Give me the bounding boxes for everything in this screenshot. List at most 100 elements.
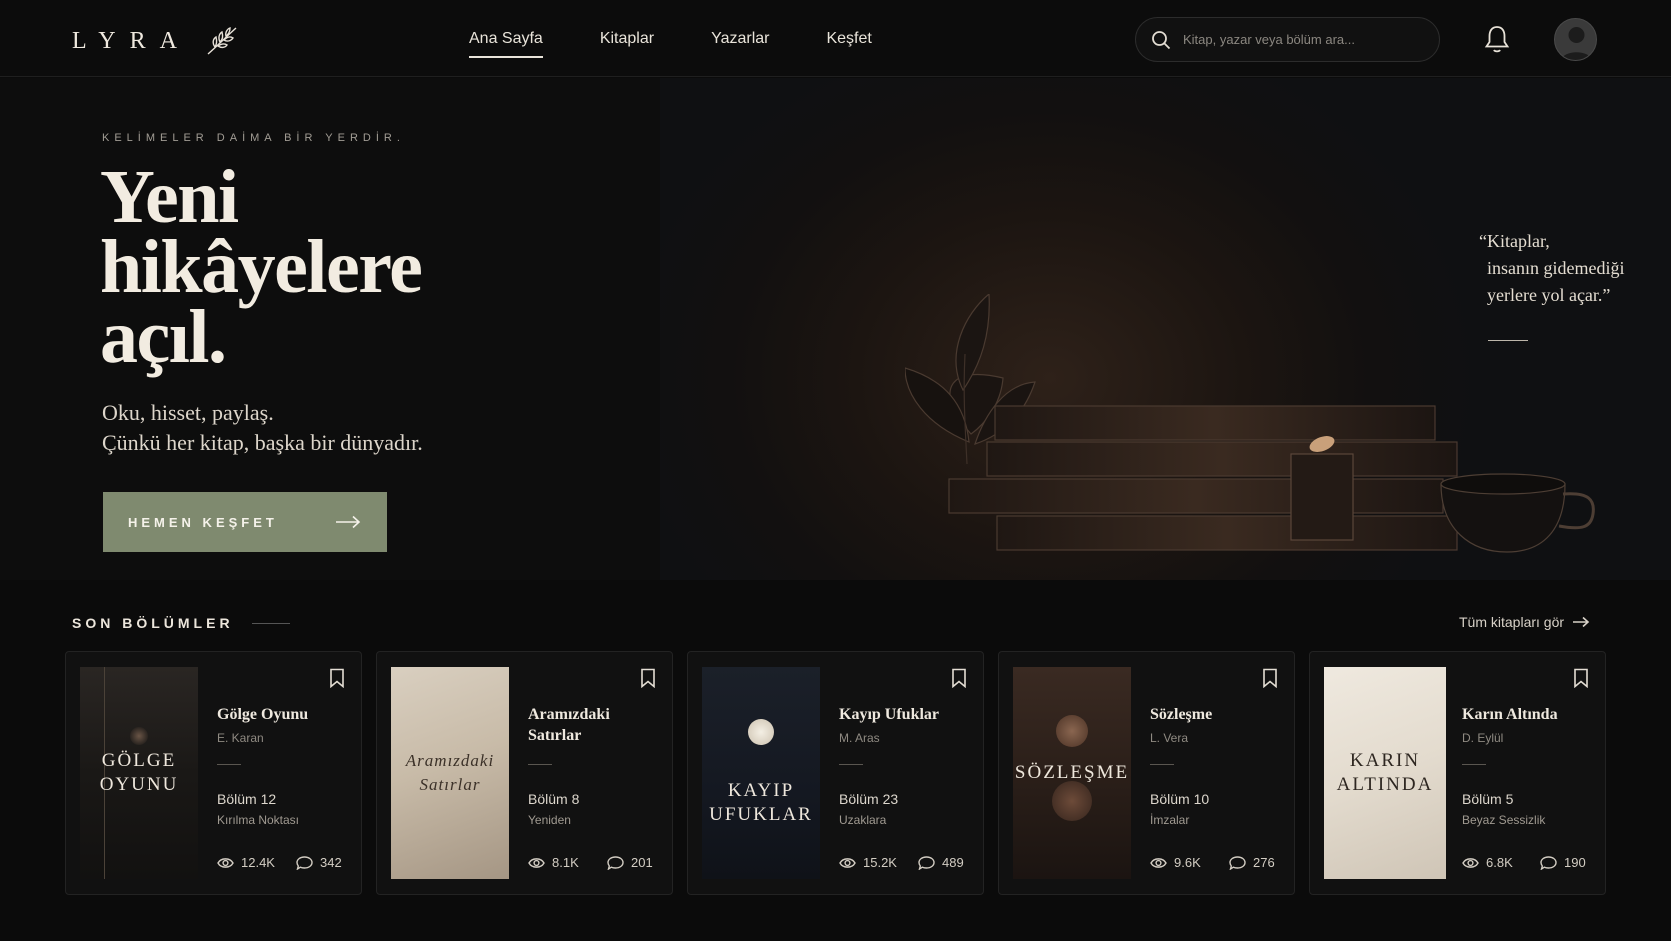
chapter-title: Uzaklara xyxy=(839,813,887,827)
book-author: E. Karan xyxy=(217,731,264,745)
user-silhouette-icon xyxy=(1560,27,1593,60)
section-title-text: SON BÖLÜMLER xyxy=(72,615,234,631)
views-stat: 6.8K xyxy=(1462,855,1513,870)
card-divider xyxy=(839,764,863,765)
chapter-number: Bölüm 12 xyxy=(217,791,277,807)
search-input[interactable] xyxy=(1183,32,1439,47)
views-count: 15.2K xyxy=(863,855,897,870)
cover-title-line: GÖLGE xyxy=(101,750,177,771)
chapter-number: Bölüm 23 xyxy=(839,791,899,807)
nav-item-authors[interactable]: Yazarlar xyxy=(711,30,769,58)
hero-subtitle-line: Çünkü her kitap, başka bir dünyadır. xyxy=(102,430,423,455)
comment-icon xyxy=(1540,855,1557,870)
comments-stat: 276 xyxy=(1229,855,1275,870)
hero-quote: “Kitaplar, insanın gidemediği yerlere yo… xyxy=(1479,228,1624,309)
bookmark-icon[interactable] xyxy=(329,668,345,688)
book-card[interactable]: KAYIP UFUKLAR Kayıp Ufuklar M. Aras Bölü… xyxy=(687,651,984,895)
book-author: L. Vera xyxy=(1150,731,1189,745)
hero-title: Yeni hikâyelere açıl. xyxy=(100,155,620,375)
nav-item-home[interactable]: Ana Sayfa xyxy=(469,30,543,58)
recent-chapters-list: GÖLGE OYUNU Gölge Oyunu E. Karan Bölüm 1… xyxy=(65,651,1606,895)
cover-orb-bottom xyxy=(1052,781,1092,821)
card-divider xyxy=(217,764,241,765)
views-count: 8.1K xyxy=(552,855,579,870)
notification-bell-icon[interactable] xyxy=(1483,24,1511,54)
book-cover: KARIN ALTINDA xyxy=(1324,667,1446,879)
comments-count: 190 xyxy=(1564,855,1586,870)
comment-icon xyxy=(918,855,935,870)
bookmark-icon[interactable] xyxy=(640,668,656,688)
hero-title-line: Yeni xyxy=(100,155,239,239)
views-stat: 12.4K xyxy=(217,855,275,870)
card-divider xyxy=(1150,764,1174,765)
cover-title-line: Aramızdaki xyxy=(405,751,495,770)
bookmark-icon[interactable] xyxy=(951,668,967,688)
book-card[interactable]: Aramızdaki Satırlar Aramızdaki Satırlar … xyxy=(376,651,673,895)
hero-title-line: hikâyelere xyxy=(100,225,423,309)
arrow-right-icon xyxy=(1573,616,1590,628)
cover-glow xyxy=(130,727,148,745)
cover-title: Aramızdaki Satırlar xyxy=(406,749,494,797)
chapter-number: Bölüm 8 xyxy=(528,791,580,807)
search-box[interactable] xyxy=(1135,17,1440,62)
section-divider xyxy=(251,622,290,624)
eye-icon xyxy=(839,857,856,868)
card-divider xyxy=(528,764,552,765)
discover-now-button[interactable]: HEMEN KEŞFET xyxy=(103,492,387,552)
chapter-title: Beyaz Sessizlik xyxy=(1462,813,1546,827)
cover-title-line: Satırlar xyxy=(419,775,481,794)
nav-item-discover[interactable]: Keşfet xyxy=(826,30,871,58)
search-icon xyxy=(1152,30,1171,49)
chapter-title: Kırılma Noktası xyxy=(217,813,300,827)
comment-icon xyxy=(607,855,624,870)
cover-title: KAYIP UFUKLAR xyxy=(709,779,813,827)
comment-icon xyxy=(1229,855,1246,870)
comments-stat: 201 xyxy=(607,855,653,870)
book-card[interactable]: SÖZLEŞME Sözleşme L. Vera Bölüm 10 İmzal… xyxy=(998,651,1295,895)
book-card[interactable]: GÖLGE OYUNU Gölge Oyunu E. Karan Bölüm 1… xyxy=(65,651,362,895)
section-title-recent: SON BÖLÜMLER xyxy=(72,615,290,631)
cover-title-line: UFUKLAR xyxy=(709,804,813,825)
olive-branch-icon xyxy=(207,27,237,55)
eye-icon xyxy=(528,857,545,868)
user-avatar[interactable] xyxy=(1554,18,1597,61)
cover-title: SÖZLEŞME xyxy=(1015,761,1129,785)
brand-logo[interactable]: LYRA xyxy=(72,26,239,56)
book-card[interactable]: KARIN ALTINDA Karın Altında D. Eylül Böl… xyxy=(1309,651,1606,895)
book-title: Karın Altında xyxy=(1462,706,1558,723)
book-cover: Aramızdaki Satırlar xyxy=(391,667,509,879)
eye-icon xyxy=(1150,857,1167,868)
cta-label: HEMEN KEŞFET xyxy=(128,514,278,530)
hero-subtitle-line: Oku, hisset, paylaş. xyxy=(102,400,274,425)
views-count: 12.4K xyxy=(241,855,275,870)
cover-title-line: ALTINDA xyxy=(1336,774,1434,795)
comments-stat: 190 xyxy=(1540,855,1586,870)
book-author: M. Aras xyxy=(839,731,880,745)
cover-orb-top xyxy=(1056,715,1088,747)
bookmark-icon[interactable] xyxy=(1573,668,1589,688)
comments-count: 201 xyxy=(631,855,653,870)
quote-line: yerlere yol açar.” xyxy=(1487,285,1611,305)
book-author: D. Eylül xyxy=(1462,731,1504,745)
hero-subtitle: Oku, hisset, paylaş. Çünkü her kitap, ba… xyxy=(102,398,423,458)
comments-stat: 489 xyxy=(918,855,964,870)
views-stat: 9.6K xyxy=(1150,855,1201,870)
book-title: Aramızdaki Satırlar xyxy=(528,706,610,744)
books-and-cup-illustration xyxy=(905,294,1595,553)
nav-item-books[interactable]: Kitaplar xyxy=(600,30,654,58)
book-cover: GÖLGE OYUNU xyxy=(80,667,198,879)
main-nav: Ana Sayfa Kitaplar Yazarlar Keşfet xyxy=(469,30,872,58)
comments-stat: 342 xyxy=(296,855,342,870)
eye-icon xyxy=(217,857,234,868)
quote-divider xyxy=(1488,340,1528,341)
book-title: Gölge Oyunu xyxy=(217,706,309,723)
quote-line: insanın gidemediği xyxy=(1487,258,1625,278)
views-stat: 15.2K xyxy=(839,855,897,870)
cover-title-line: SÖZLEŞME xyxy=(1014,762,1130,783)
views-stat: 8.1K xyxy=(528,855,579,870)
chapter-title: İmzalar xyxy=(1150,813,1190,827)
cover-moon xyxy=(748,719,774,745)
card-divider xyxy=(1462,764,1486,765)
see-all-books-link[interactable]: Tüm kitapları gör xyxy=(1459,614,1590,630)
bookmark-icon[interactable] xyxy=(1262,668,1278,688)
